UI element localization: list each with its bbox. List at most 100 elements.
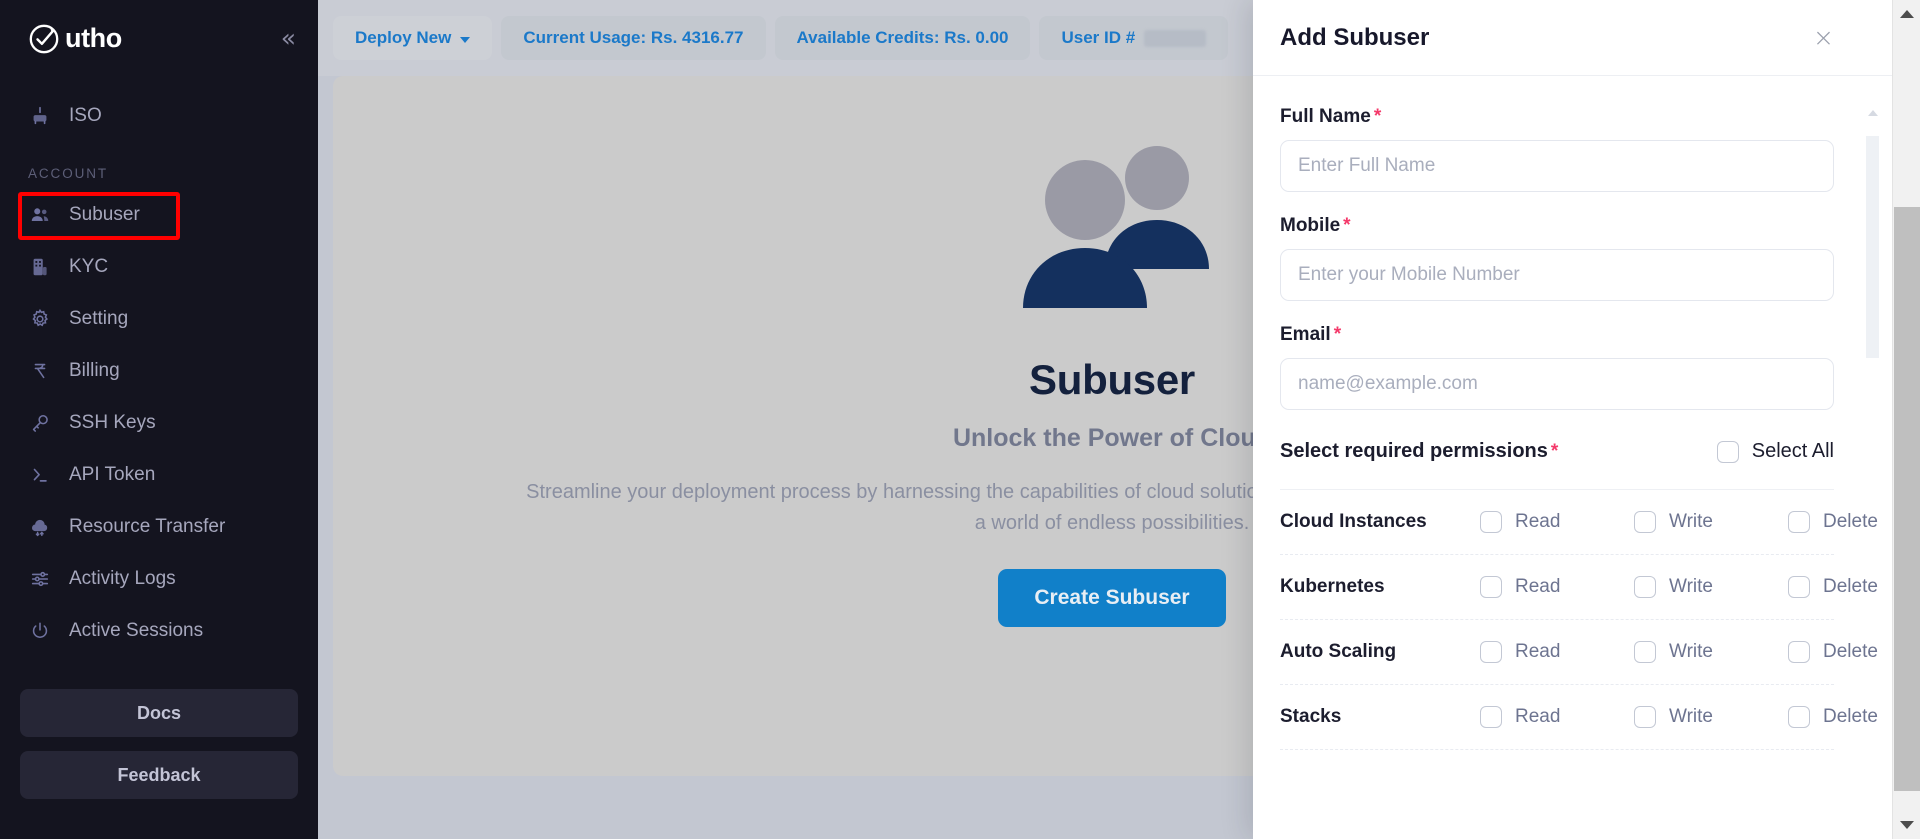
page-scroll-up-button[interactable] — [1893, 0, 1920, 28]
write-checkbox[interactable] — [1634, 706, 1656, 728]
id-card-icon — [28, 255, 52, 279]
iso-disc-icon — [28, 104, 52, 128]
table-row: Auto Scaling Read Write Delete — [1280, 620, 1878, 685]
sidebar-item-label: Active Sessions — [69, 620, 204, 641]
email-input[interactable] — [1280, 358, 1834, 410]
write-label: Write — [1669, 576, 1713, 597]
brand-name: utho — [65, 22, 122, 53]
required-asterisk: * — [1373, 106, 1382, 127]
sidebar-item-resource-transfer[interactable]: Resource Transfer — [0, 501, 318, 553]
permissions-title: Select required permissions * — [1280, 440, 1558, 463]
sidebar-item-label: SSH Keys — [69, 412, 156, 433]
permission-write-checkbox-group[interactable]: Write — [1634, 511, 1788, 533]
sidebar-actions: Docs Feedback — [0, 679, 318, 839]
read-checkbox[interactable] — [1480, 576, 1502, 598]
sidebar-item-billing[interactable]: Billing — [0, 345, 318, 397]
delete-checkbox[interactable] — [1788, 706, 1810, 728]
brand-logo[interactable]: utho — [28, 21, 122, 55]
permission-resource-label: Kubernetes — [1280, 576, 1385, 597]
page-scrollbar-thumb[interactable] — [1894, 207, 1920, 791]
sidebar-item-label: Billing — [69, 360, 120, 381]
app-root: utho « ISO ACCOUNT Subuser KYC Setting B… — [0, 0, 1920, 839]
label-text: Full Name — [1280, 106, 1371, 127]
sidebar-item-activity-logs[interactable]: Activity Logs — [0, 553, 318, 605]
subuser-illustration — [1007, 138, 1217, 338]
permissions-header: Select required permissions * Select All — [1280, 440, 1834, 490]
scroll-up-icon[interactable] — [1868, 110, 1878, 116]
permission-read-checkbox-group[interactable]: Read — [1480, 706, 1634, 728]
create-subuser-button[interactable]: Create Subuser — [998, 569, 1226, 627]
permission-read-checkbox-group[interactable]: Read — [1480, 511, 1634, 533]
permission-write-checkbox-group[interactable]: Write — [1634, 641, 1788, 663]
chevron-down-icon — [460, 36, 471, 43]
drawer-scrollbar[interactable] — [1866, 110, 1879, 839]
select-all-checkbox[interactable] — [1716, 440, 1739, 463]
mobile-field-group: Mobile * — [1280, 215, 1834, 301]
full-name-label: Full Name * — [1280, 106, 1834, 128]
page-title: Subuser — [1029, 356, 1195, 403]
chip-label: User ID # — [1061, 28, 1136, 47]
sidebar-item-active-sessions[interactable]: Active Sessions — [0, 605, 318, 657]
sidebar-item-label: API Token — [69, 464, 156, 485]
permission-resource-label: Cloud Instances — [1280, 511, 1427, 532]
write-checkbox[interactable] — [1634, 511, 1656, 533]
required-asterisk: * — [1333, 324, 1342, 345]
scroll-up-icon — [1900, 10, 1914, 18]
drawer-scrollbar-thumb[interactable] — [1866, 136, 1879, 358]
label-text: Select required permissions — [1280, 440, 1548, 462]
sidebar-item-setting[interactable]: Setting — [0, 293, 318, 345]
write-label: Write — [1669, 511, 1713, 532]
read-checkbox[interactable] — [1480, 641, 1502, 663]
table-row: Stacks Read Write Delete — [1280, 685, 1878, 750]
write-checkbox[interactable] — [1634, 576, 1656, 598]
utho-logo-icon — [28, 21, 62, 55]
deploy-new-dropdown[interactable]: Deploy New — [333, 16, 493, 60]
sidebar-item-api-token[interactable]: API Token — [0, 449, 318, 501]
table-row: Cloud Instances Read Write Delete — [1280, 490, 1878, 555]
sidebar-item-kyc[interactable]: KYC — [0, 241, 318, 293]
write-checkbox[interactable] — [1634, 641, 1656, 663]
sidebar-collapse-icon[interactable]: « — [281, 26, 296, 51]
select-all-label: Select All — [1751, 440, 1834, 462]
page-scroll-down-button[interactable] — [1893, 811, 1920, 839]
terminal-icon — [28, 463, 52, 487]
read-checkbox[interactable] — [1480, 511, 1502, 533]
sidebar-item-subuser[interactable]: Subuser — [0, 189, 318, 241]
drawer-header: Add Subuser × — [1253, 0, 1892, 76]
rupee-icon — [28, 359, 52, 383]
user-id-redacted-value — [1144, 29, 1207, 47]
read-checkbox[interactable] — [1480, 706, 1502, 728]
permission-resource-label: Stacks — [1280, 706, 1342, 727]
scroll-down-icon — [1900, 821, 1914, 829]
mobile-input[interactable] — [1280, 249, 1834, 301]
write-label: Write — [1669, 706, 1713, 727]
page-scrollbar[interactable] — [1892, 0, 1920, 839]
feedback-button[interactable]: Feedback — [20, 751, 298, 799]
docs-button[interactable]: Docs — [20, 689, 298, 737]
current-usage-chip[interactable]: Current Usage: Rs. 4316.77 — [501, 16, 766, 60]
brand-row: utho « — [0, 0, 318, 76]
permission-write-checkbox-group[interactable]: Write — [1634, 576, 1788, 598]
full-name-input[interactable] — [1280, 140, 1834, 192]
delete-checkbox[interactable] — [1788, 641, 1810, 663]
permission-read-checkbox-group[interactable]: Read — [1480, 576, 1634, 598]
permission-write-checkbox-group[interactable]: Write — [1634, 706, 1788, 728]
drawer-title: Add Subuser — [1280, 23, 1430, 51]
chip-label: Available Credits: Rs. 0.00 — [796, 28, 1009, 47]
select-all-checkbox-group[interactable]: Select All — [1716, 440, 1834, 463]
sidebar-item-label: Resource Transfer — [69, 516, 226, 537]
sidebar-item-iso[interactable]: ISO — [0, 90, 318, 142]
available-credits-chip[interactable]: Available Credits: Rs. 0.00 — [774, 16, 1031, 60]
user-id-chip[interactable]: User ID # — [1039, 16, 1229, 60]
chip-label: Deploy New — [355, 28, 452, 47]
permission-read-checkbox-group[interactable]: Read — [1480, 641, 1634, 663]
sidebar-item-label: Activity Logs — [69, 568, 176, 589]
email-field-group: Email * — [1280, 324, 1834, 410]
delete-checkbox[interactable] — [1788, 511, 1810, 533]
delete-checkbox[interactable] — [1788, 576, 1810, 598]
chip-label: Current Usage: Rs. 4316.77 — [523, 28, 744, 47]
sidebar-item-ssh-keys[interactable]: SSH Keys — [0, 397, 318, 449]
sidebar-item-label: Setting — [69, 308, 129, 329]
close-icon[interactable]: × — [1813, 25, 1834, 50]
email-label: Email * — [1280, 324, 1834, 346]
